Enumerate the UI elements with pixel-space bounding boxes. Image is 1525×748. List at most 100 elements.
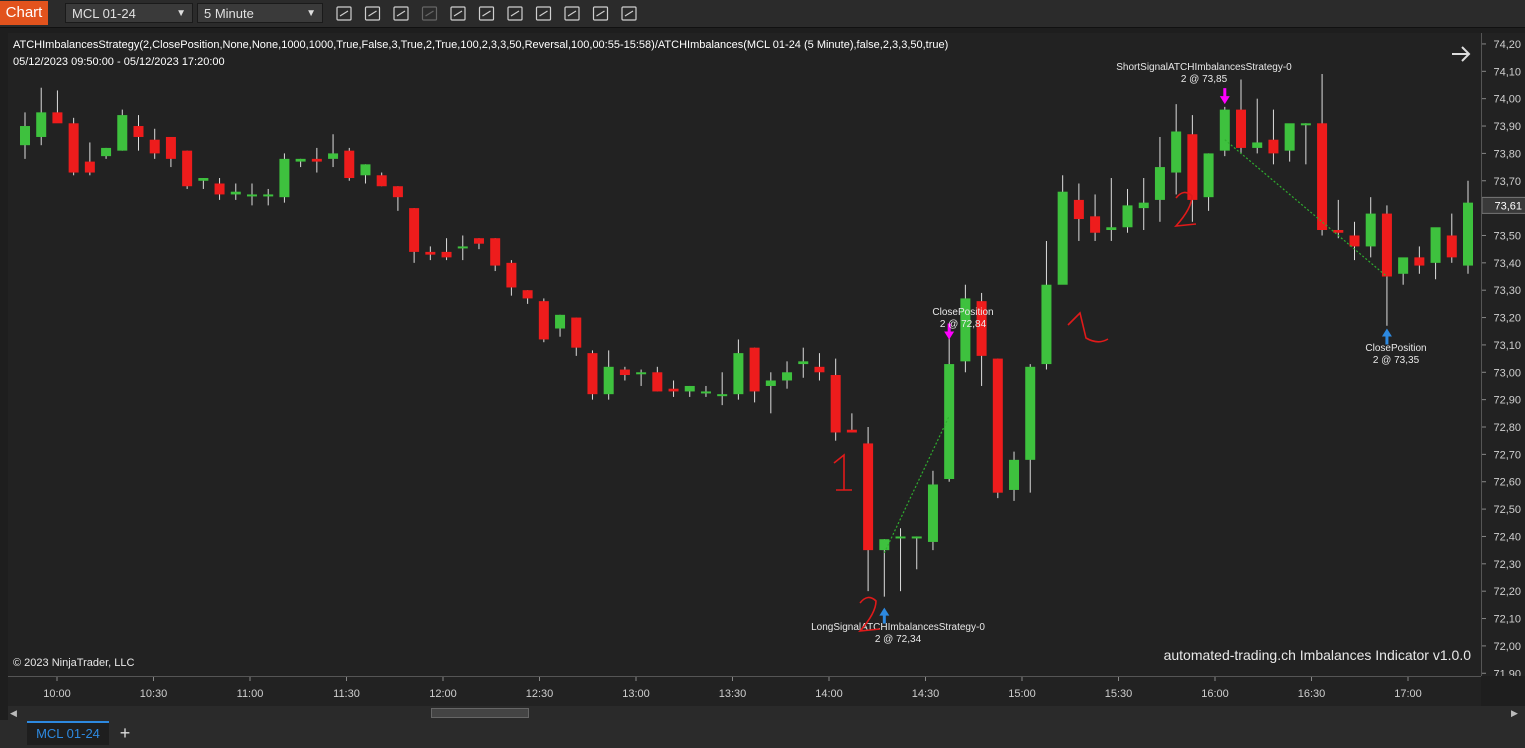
candle: [1252, 98, 1263, 154]
time-axis[interactable]: 10:00 10:30 11:00 11:30 12:00 12:30 13:00 13:30…: [8, 676, 1481, 707]
candle-body: [392, 186, 403, 198]
candle: [733, 339, 744, 400]
signal-label: ClosePosition: [1365, 343, 1426, 354]
candle: [571, 317, 582, 356]
candle: [603, 350, 614, 400]
handwritten-one: [833, 453, 852, 491]
candle-body: [1463, 202, 1473, 266]
candle-body: [911, 536, 922, 539]
scrollbar-thumb[interactable]: [431, 708, 529, 718]
candle-body: [36, 112, 47, 137]
candle: [1349, 221, 1360, 261]
candle-body: [684, 385, 695, 392]
signal-price: 2 @ 72,84: [940, 319, 987, 330]
candle: [133, 115, 144, 151]
candle: [846, 413, 857, 433]
tab-mcl-01-24[interactable]: MCL 01-24: [27, 721, 109, 745]
candle: [1090, 194, 1101, 241]
candle: [1284, 123, 1295, 162]
candle-body: [328, 153, 339, 159]
candle-body: [749, 347, 760, 392]
candle-body: [1203, 153, 1214, 198]
candle: [182, 150, 193, 189]
candle-body: [992, 358, 1003, 493]
candle: [895, 528, 906, 592]
price-tick-label: 73,90: [1493, 121, 1521, 133]
candle-body: [1122, 205, 1133, 228]
horizontal-scrollbar[interactable]: ◀ ▶: [8, 706, 1525, 720]
indicator-label: automated-trading.ch Imbalances Indicato…: [1164, 647, 1472, 663]
drawing-tool-icon: [364, 6, 381, 21]
candle: [1236, 79, 1247, 154]
indicators-icon: [535, 6, 552, 21]
candle: [214, 178, 225, 200]
copyright-label: © 2023 NinjaTrader, LLC: [13, 657, 134, 669]
instrument-select[interactable]: MCL 01-24 ▼: [65, 3, 193, 23]
candle: [311, 147, 322, 173]
add-tab-button[interactable]: +: [114, 721, 136, 745]
go-to-end-icon[interactable]: [1452, 46, 1471, 62]
candle-body: [1430, 227, 1441, 263]
handwritten-one: [1067, 311, 1109, 343]
time-tick-label: 15:00: [1008, 688, 1036, 700]
candle: [522, 290, 533, 304]
zoom-in-icon: [393, 6, 409, 21]
candle: [911, 536, 922, 570]
scroll-right-icon[interactable]: ▶: [1511, 708, 1521, 718]
candle-body: [133, 126, 144, 137]
candle-body: [587, 353, 598, 395]
candle: [863, 427, 874, 592]
candle-body: [603, 366, 614, 395]
time-tick-label: 11:00: [237, 688, 264, 700]
candle: [652, 366, 663, 392]
candle-body: [814, 366, 825, 373]
chart-tab[interactable]: Chart: [0, 1, 48, 25]
strategy-label: ATCHImbalancesStrategy(2,ClosePosition,N…: [13, 39, 948, 51]
price-tick-label: 73,80: [1493, 148, 1521, 160]
candle-body: [668, 388, 679, 392]
candle: [441, 238, 452, 261]
candle: [425, 246, 436, 261]
candle-body: [555, 314, 566, 329]
price-tick-label: 73,10: [1493, 340, 1521, 352]
candle-body: [1381, 213, 1392, 277]
time-tick-label: 12:30: [526, 688, 554, 700]
candle: [1057, 175, 1068, 285]
candle-body: [279, 158, 290, 198]
candle-body: [927, 484, 938, 542]
candle: [117, 109, 128, 151]
candle: [1219, 106, 1230, 157]
candle: [538, 298, 549, 343]
candle-body: [1317, 123, 1328, 231]
interval-select[interactable]: 5 Minute ▼: [197, 3, 323, 23]
price-plot[interactable]: ATCHImbalancesStrategy(2,ClosePosition,N…: [8, 33, 1481, 676]
candle-body: [830, 375, 841, 433]
price-axis[interactable]: 74,2074,1074,0073,9073,8073,7073,6073,50…: [1481, 33, 1525, 676]
candle: [1041, 240, 1052, 370]
candle: [20, 112, 30, 159]
candle-body: [84, 161, 95, 173]
candle-body: [1252, 142, 1263, 148]
time-tick-label: 15:30: [1105, 688, 1133, 700]
candle-body: [263, 194, 274, 197]
price-tick-label: 72,40: [1493, 531, 1521, 543]
signal-price: 2 @ 73,35: [1373, 355, 1420, 366]
price-tick-label: 72,90: [1493, 395, 1521, 407]
time-tick-label: 12:00: [429, 688, 457, 700]
current-price-label: 73,61: [1494, 200, 1522, 212]
candle-body: [101, 147, 112, 157]
chart-toolbar: Chart MCL 01-24 ▼ 5 Minute ▼: [0, 0, 1525, 28]
chevron-down-icon: ▼: [306, 8, 316, 19]
candle: [765, 372, 776, 414]
price-tick-label: 72,00: [1493, 641, 1521, 653]
chevron-down-icon: ▼: [176, 8, 186, 19]
candle-body: [344, 150, 355, 179]
short-entry-arrow-icon: [1219, 88, 1230, 105]
scroll-left-icon[interactable]: ◀: [10, 708, 20, 718]
candle-body: [1300, 123, 1311, 126]
chart-trader-icon: [564, 6, 580, 21]
candle-body: [863, 443, 874, 551]
instrument-value: MCL 01-24: [72, 6, 136, 21]
candle-body: [1349, 235, 1360, 247]
candle: [1333, 199, 1344, 239]
